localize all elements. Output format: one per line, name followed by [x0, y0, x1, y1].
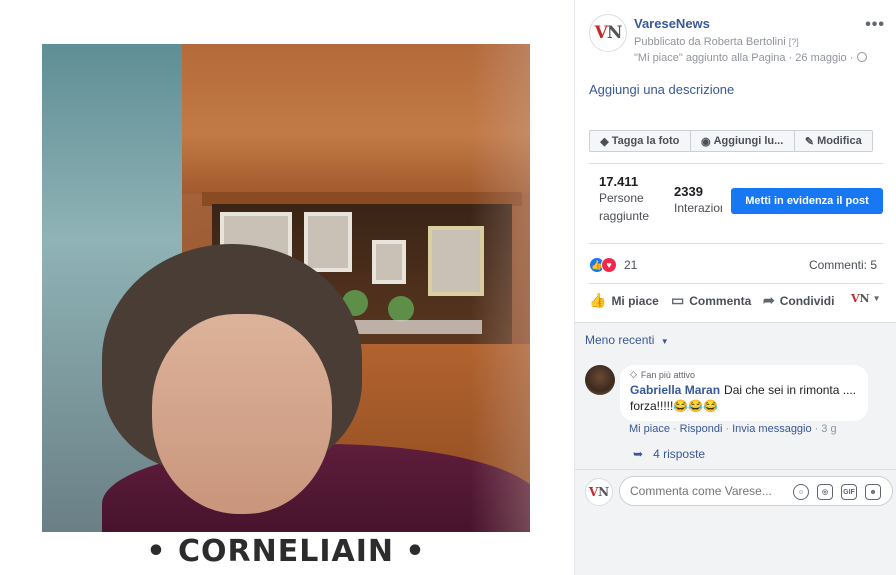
comment-actions: Mi piace · Rispondi · Invia messaggio · 3 g [629, 423, 837, 435]
photo-viewer: • CORNELIAIN • VN VareseNews Pubblicato … [0, 0, 896, 575]
comment-composer: VN ☺ ◎ GIF ☻ [575, 469, 896, 513]
photo-plant [388, 296, 414, 322]
published-by: Pubblicato da Roberta Bertolini [?] [634, 36, 799, 48]
photo-frame [304, 212, 352, 272]
share-label: Condividi [779, 293, 835, 308]
comment-bubble: ◇ Fan più attivo Gabriella Maran Dai che … [620, 365, 868, 421]
edit-label: Modifica [817, 135, 862, 147]
thumbs-up-icon: 👍 [589, 292, 607, 308]
more-icon[interactable]: ••• [865, 16, 885, 34]
post-meta: "Mi piace" aggiunto alla Pagina · 26 mag… [634, 52, 868, 64]
comment-text: Gabriella Maran Dai che sei in rimonta ..… [630, 382, 858, 414]
published-hint[interactable]: [?] [789, 37, 799, 47]
logo-letter-n: N [598, 485, 610, 499]
logo-letter-n: N [859, 292, 870, 305]
logo-letter-v: V [588, 485, 599, 499]
reply-arrow-icon: ➥ [633, 447, 644, 461]
speech-bubble-icon: ▭ [671, 292, 685, 308]
post-photo[interactable] [42, 44, 530, 532]
act-as-page-selector[interactable]: VN ▼ [851, 292, 881, 305]
separator-dot: · [672, 423, 677, 435]
published-by-text: Pubblicato da Roberta Bertolini [634, 36, 786, 48]
reach-stat[interactable]: 17.411 Persone raggiunte [599, 174, 663, 225]
page-mini-logo: VN [851, 292, 870, 305]
globe-icon [857, 52, 868, 62]
add-description-link[interactable]: Aggiungi una descrizione [589, 82, 734, 97]
comment-count[interactable]: Commenti: 5 [809, 258, 877, 272]
logo-letter-v: V [594, 23, 608, 43]
photo-frame [372, 240, 406, 284]
reactions-bar: 👍 ♥ 21 Commenti: 5 [589, 255, 889, 275]
pencil-icon: ✎ [804, 135, 815, 148]
love-reaction-icon[interactable]: ♥ [601, 257, 617, 273]
chevron-down-icon: ▼ [660, 337, 669, 346]
comment-sort-dropdown[interactable]: Meno recenti ▼ [585, 333, 669, 347]
post-date[interactable]: "Mi piace" aggiunto alla Pagina · 26 mag… [634, 52, 853, 64]
post-header: VN VareseNews Pubblicato da Roberta Bert… [589, 12, 889, 68]
page-name-link[interactable]: VareseNews [634, 16, 710, 31]
comments-section: Meno recenti ▼ ◇ Fan più attivo Gabriell… [575, 322, 896, 575]
comment-like-link[interactable]: Mi piace [629, 423, 670, 435]
divider [589, 243, 883, 244]
edit-button[interactable]: ✎ Modifica [795, 131, 872, 151]
interactions-value: 2339 [674, 184, 703, 199]
share-button[interactable]: ➦ Condividi [763, 292, 834, 309]
reaction-count[interactable]: 21 [624, 258, 637, 272]
comment-author-link[interactable]: Gabriella Maran [630, 383, 720, 397]
composer-tools: ☺ ◎ GIF ☻ [793, 484, 881, 500]
location-pin-icon: ◉ [701, 135, 711, 148]
view-replies-link[interactable]: ➥ 4 risposte [633, 447, 705, 461]
top-fan-label: Fan più attivo [640, 369, 695, 380]
photo-edge [470, 44, 530, 532]
boost-post-button[interactable]: Metti in evidenza il post [731, 188, 883, 214]
tag-icon: ◆ [600, 135, 609, 148]
post-insights: 17.411 Persone raggiunte 2339 Interazion… [589, 172, 889, 232]
share-arrow-icon: ➦ [763, 292, 775, 308]
comment-label: Commenta [689, 293, 752, 308]
comment-reply-link[interactable]: Rispondi [680, 423, 723, 435]
gif-icon[interactable]: GIF [841, 484, 857, 500]
comment-sort-label: Meno recenti [585, 333, 655, 347]
add-location-button[interactable]: ◉ Aggiungi lu... [691, 131, 795, 151]
commenter-avatar[interactable] [585, 365, 615, 395]
comment-button[interactable]: ▭ Commenta [671, 292, 751, 309]
divider [589, 283, 883, 284]
replies-label: 4 risposte [653, 447, 706, 461]
emoji-icon[interactable]: ☺ [793, 484, 809, 500]
tag-photo-label: Tagga la foto [611, 135, 680, 147]
reach-label: Persone raggiunte [599, 191, 650, 223]
reach-value: 17.411 [599, 174, 639, 189]
separator-dot: · [814, 423, 819, 435]
like-button[interactable]: 👍 Mi piace [589, 292, 659, 309]
comment-time[interactable]: 3 g [821, 423, 836, 435]
logo-letter-n: N [606, 23, 623, 43]
photo-face [152, 314, 332, 514]
tag-photo-button[interactable]: ◆ Tagga la foto [590, 131, 691, 151]
divider [589, 163, 883, 164]
photo-tools: ◆ Tagga la foto ◉ Aggiungi lu... ✎ Modif… [589, 130, 873, 152]
photo-panel: • CORNELIAIN • [0, 0, 574, 575]
diamond-icon: ◇ [630, 369, 637, 379]
send-message-link[interactable]: Invia messaggio [732, 423, 812, 435]
interactions-stat[interactable]: 2339 Interazioni [674, 184, 722, 217]
add-location-label: Aggiungi lu... [713, 135, 784, 147]
top-fan-badge: ◇ Fan più attivo [630, 369, 858, 380]
page-avatar[interactable]: VN [589, 14, 627, 52]
composer-page-avatar: VN [585, 478, 613, 506]
photo-caption: • CORNELIAIN • [146, 534, 426, 569]
interactions-label: Interazioni [674, 201, 722, 215]
camera-icon[interactable]: ◎ [817, 484, 833, 500]
sticker-icon[interactable]: ☻ [865, 484, 881, 500]
logo-letter-v: V [851, 292, 860, 305]
like-label: Mi piace [611, 293, 659, 308]
chevron-down-icon: ▼ [872, 294, 881, 303]
post-actions: 👍 Mi piace ▭ Commenta ➦ Condividi VN ▼ [589, 290, 889, 314]
post-side-panel: VN VareseNews Pubblicato da Roberta Bert… [574, 0, 896, 575]
separator-dot: · [725, 423, 730, 435]
